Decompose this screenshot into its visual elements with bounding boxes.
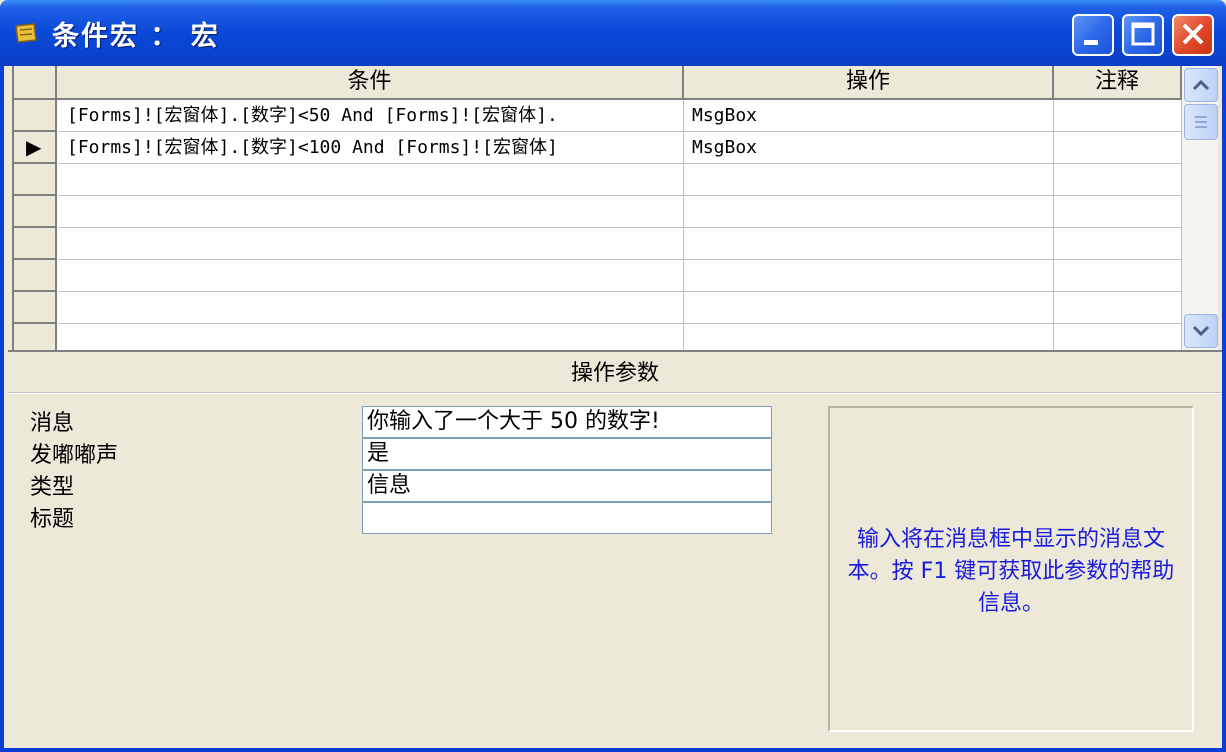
comment-cell[interactable] bbox=[1054, 196, 1182, 228]
macro-icon bbox=[15, 23, 37, 43]
action-cell[interactable] bbox=[684, 292, 1054, 324]
minimize-button[interactable] bbox=[1072, 14, 1114, 56]
action-cell[interactable] bbox=[684, 228, 1054, 260]
vertical-scrollbar[interactable] bbox=[1182, 66, 1218, 350]
condition-cell[interactable] bbox=[59, 292, 684, 324]
condition-cell[interactable] bbox=[59, 196, 684, 228]
macro-window: 条件宏 ： 宏 条件 操作 注释 ▶ [Forms]![宏窗体].[数字]<50… bbox=[0, 0, 1226, 752]
row-selector[interactable] bbox=[14, 196, 57, 228]
title-field[interactable] bbox=[362, 502, 772, 534]
row-selector[interactable] bbox=[14, 228, 57, 260]
action-cell[interactable]: MsgBox bbox=[684, 100, 1054, 132]
action-arguments-title: 操作参数 bbox=[570, 361, 659, 386]
window-title: 条件宏 ： 宏 bbox=[52, 21, 220, 52]
current-row-icon: ▶ bbox=[26, 135, 42, 159]
close-icon bbox=[1182, 23, 1204, 45]
scroll-up-button[interactable] bbox=[1184, 68, 1218, 102]
grip-icon bbox=[1195, 116, 1207, 128]
type-field[interactable]: 信息 bbox=[362, 470, 772, 502]
condition-cell[interactable]: [Forms]![宏窗体].[数字]<100 And [Forms]![宏窗体] bbox=[59, 132, 684, 164]
comment-cell[interactable] bbox=[1054, 292, 1182, 324]
comment-cell[interactable] bbox=[1054, 324, 1182, 350]
action-cell[interactable] bbox=[684, 196, 1054, 228]
condition-cell[interactable] bbox=[59, 164, 684, 196]
row-selector[interactable] bbox=[14, 100, 57, 132]
pane-divider[interactable] bbox=[8, 350, 1222, 352]
row-selector-current[interactable]: ▶ bbox=[14, 132, 57, 164]
condition-cell[interactable] bbox=[59, 260, 684, 292]
comment-cell[interactable] bbox=[1054, 132, 1182, 164]
argument-label-title: 标题 bbox=[30, 507, 75, 532]
help-text: 输入将在消息框中显示的消息文本。按 F1 键可获取此参数的帮助信息。 bbox=[847, 527, 1175, 616]
minimize-icon bbox=[1084, 40, 1098, 45]
column-header-condition[interactable]: 条件 bbox=[57, 66, 684, 100]
row-selector[interactable] bbox=[14, 292, 57, 324]
row-selector[interactable] bbox=[14, 260, 57, 292]
separator bbox=[8, 392, 1222, 394]
macro-grid: 条件 操作 注释 ▶ [Forms]![宏窗体].[数字]<50 And [Fo… bbox=[12, 66, 1218, 350]
title-bar[interactable]: 条件宏 ： 宏 bbox=[0, 0, 1226, 66]
condition-cell[interactable]: [Forms]![宏窗体].[数字]<50 And [Forms]![宏窗体]. bbox=[59, 100, 684, 132]
help-panel: 输入将在消息框中显示的消息文本。按 F1 键可获取此参数的帮助信息。 bbox=[828, 406, 1194, 732]
comment-cell[interactable] bbox=[1054, 100, 1182, 132]
condition-cell[interactable] bbox=[59, 324, 684, 350]
column-header-comment[interactable]: 注释 bbox=[1054, 66, 1182, 100]
action-cell[interactable]: MsgBox bbox=[684, 132, 1054, 164]
beep-field[interactable]: 是 bbox=[362, 438, 772, 470]
row-selector[interactable] bbox=[14, 324, 57, 350]
column-header-action[interactable]: 操作 bbox=[684, 66, 1054, 100]
scroll-thumb[interactable] bbox=[1184, 104, 1218, 140]
argument-label-beep: 发嘟嘟声 bbox=[30, 443, 119, 468]
scroll-down-button[interactable] bbox=[1184, 314, 1218, 348]
message-field[interactable]: 你输入了一个大于 50 的数字! bbox=[362, 406, 772, 438]
argument-label-message: 消息 bbox=[30, 411, 75, 436]
row-selector[interactable] bbox=[14, 164, 57, 196]
argument-label-type: 类型 bbox=[30, 475, 75, 500]
close-button[interactable] bbox=[1172, 14, 1214, 56]
action-cell[interactable] bbox=[684, 260, 1054, 292]
comment-cell[interactable] bbox=[1054, 260, 1182, 292]
comment-cell[interactable] bbox=[1054, 164, 1182, 196]
grid-corner[interactable] bbox=[14, 66, 57, 100]
chevron-up-icon bbox=[1192, 79, 1210, 91]
chevron-down-icon bbox=[1192, 325, 1210, 337]
maximize-button[interactable] bbox=[1122, 14, 1164, 56]
action-cell[interactable] bbox=[684, 324, 1054, 350]
condition-cell[interactable] bbox=[59, 228, 684, 260]
maximize-icon bbox=[1131, 22, 1155, 46]
comment-cell[interactable] bbox=[1054, 228, 1182, 260]
action-cell[interactable] bbox=[684, 164, 1054, 196]
